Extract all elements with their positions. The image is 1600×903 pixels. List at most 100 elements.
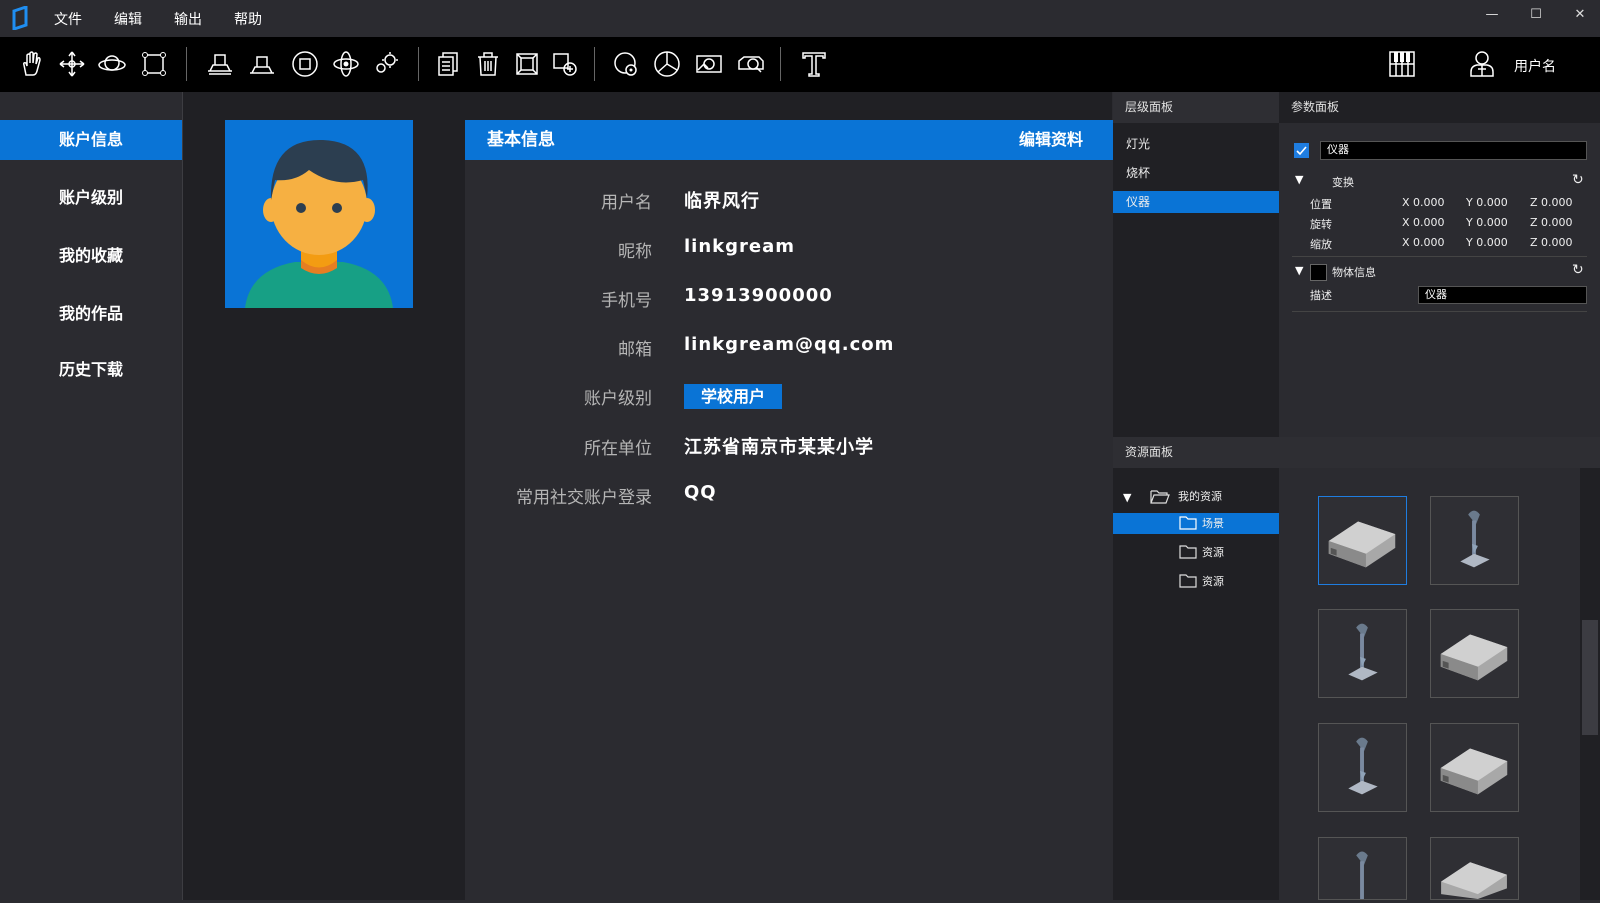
resource-thumbnail-stand[interactable] <box>1318 723 1407 812</box>
description-input[interactable]: 仪器 <box>1418 286 1587 304</box>
object-info-checkbox[interactable] <box>1310 264 1327 281</box>
resource-root-row[interactable]: 我的资源 <box>1113 486 1279 507</box>
hierarchy-panel-title: 层级面板 <box>1113 92 1279 123</box>
resource-scrollbar-thumb[interactable] <box>1582 620 1598 735</box>
sidebar-item-account-info[interactable]: 账户信息 <box>0 120 182 160</box>
field-value-organization: 江苏省南京市某某小学 <box>684 437 874 458</box>
rotation-label: 旋转 <box>1310 218 1332 231</box>
menu-help[interactable]: 帮助 <box>234 0 262 37</box>
resource-folder-assets[interactable]: 资源 <box>1113 542 1279 563</box>
field-label-nickname: 昵称 <box>618 242 652 262</box>
screenshot-icon[interactable] <box>694 49 724 79</box>
resource-folder-label: 场景 <box>1202 517 1224 530</box>
rotation-y[interactable]: Y 0.000 <box>1466 216 1508 229</box>
resource-panel-title: 资源面板 <box>1125 445 1174 459</box>
field-label-phone: 手机号 <box>601 291 652 311</box>
hand-tool-icon[interactable] <box>16 49 46 79</box>
resource-thumbnail-stand[interactable] <box>1318 609 1407 698</box>
scale-tool-icon[interactable] <box>139 49 169 79</box>
rotation-x[interactable]: X 0.000 <box>1402 216 1445 229</box>
text-tool-icon[interactable] <box>799 49 829 79</box>
position-z[interactable]: Z 0.000 <box>1530 196 1573 209</box>
open-folder-icon <box>1150 490 1170 504</box>
chart-icon[interactable] <box>652 49 682 79</box>
app-logo-icon <box>12 6 28 30</box>
rotate-view-icon[interactable] <box>331 49 361 79</box>
resource-root-label: 我的资源 <box>1178 490 1222 503</box>
window-controls: — ☐ ✕ <box>1468 0 1600 37</box>
toolbar: 用户名 <box>0 37 1600 92</box>
basic-info-title: 基本信息 <box>487 130 555 150</box>
keyboard-icon[interactable] <box>1387 49 1417 79</box>
resource-thumbnail-box[interactable] <box>1430 723 1519 812</box>
toolbar-separator <box>186 47 187 81</box>
username-label[interactable]: 用户名 <box>1514 56 1556 76</box>
resource-thumbnail-stand[interactable] <box>1318 837 1407 900</box>
resource-scrollbar[interactable] <box>1580 468 1600 900</box>
zoom-search-icon[interactable] <box>736 49 766 79</box>
menu-file[interactable]: 文件 <box>54 0 82 37</box>
field-value-phone: 13913900000 <box>684 285 833 306</box>
position-y[interactable]: Y 0.000 <box>1466 196 1508 209</box>
position-label: 位置 <box>1310 198 1332 211</box>
frame-icon[interactable] <box>512 49 542 79</box>
resource-folder-scene[interactable]: 场景 <box>1113 513 1279 534</box>
scale-y[interactable]: Y 0.000 <box>1466 236 1508 249</box>
position-x[interactable]: X 0.000 <box>1402 196 1445 209</box>
basic-info-header: 基本信息 编辑资料 <box>465 120 1113 160</box>
resource-thumbnail-box[interactable] <box>1430 837 1519 900</box>
stop-icon[interactable] <box>290 49 320 79</box>
toolbar-separator <box>780 47 781 81</box>
object-info-section-label: 物体信息 <box>1332 266 1376 279</box>
scale-z[interactable]: Z 0.000 <box>1530 236 1573 249</box>
sidebar-item-account-level[interactable]: 账户级别 <box>0 178 182 218</box>
user-avatar-icon[interactable] <box>1467 49 1497 79</box>
field-label-email: 邮箱 <box>618 340 652 360</box>
color-fill-icon[interactable] <box>611 49 641 79</box>
resource-thumbnail-box[interactable] <box>1430 609 1519 698</box>
orbit-tool-icon[interactable] <box>97 49 127 79</box>
base-view-icon[interactable] <box>247 49 277 79</box>
resource-thumbnail-stand[interactable] <box>1430 496 1519 585</box>
sidebar-item-works[interactable]: 我的作品 <box>0 294 182 334</box>
field-value-email: linkgream@qq.com <box>684 334 895 355</box>
menu-edit[interactable]: 编辑 <box>114 0 142 37</box>
field-label-organization: 所在单位 <box>584 439 652 459</box>
move-tool-icon[interactable] <box>57 49 87 79</box>
enabled-checkbox[interactable] <box>1294 143 1309 158</box>
rotation-z[interactable]: Z 0.000 <box>1530 216 1573 229</box>
minimize-button[interactable]: — <box>1472 0 1512 30</box>
edit-profile-button[interactable]: 编辑资料 <box>1019 120 1083 160</box>
sidebar-item-favorites[interactable]: 我的收藏 <box>0 236 182 276</box>
transform-section-label: 变换 <box>1332 176 1354 189</box>
copy-icon[interactable] <box>433 49 463 79</box>
resource-folder-assets[interactable]: 资源 <box>1113 571 1279 592</box>
profile-avatar[interactable] <box>225 120 413 308</box>
sidebar-item-download-history[interactable]: 历史下载 <box>0 350 182 390</box>
parameter-panel-title: 参数面板 <box>1279 92 1600 123</box>
resource-thumbnail-box[interactable] <box>1318 496 1407 585</box>
scale-label: 缩放 <box>1310 238 1332 251</box>
field-value-username: 临界风行 <box>684 191 760 212</box>
delete-icon[interactable] <box>473 49 503 79</box>
reset-transform-icon[interactable]: ↻ <box>1572 172 1584 188</box>
scale-x[interactable]: X 0.000 <box>1402 236 1445 249</box>
transform-collapse-icon[interactable]: ▼ <box>1295 173 1303 186</box>
reset-object-info-icon[interactable]: ↻ <box>1572 262 1584 278</box>
title-bar: 文件 编辑 输出 帮助 — ☐ ✕ <box>0 0 1600 37</box>
settings-link-icon[interactable] <box>372 49 402 79</box>
hierarchy-item-beaker[interactable]: 烧杯 <box>1113 162 1279 184</box>
table-view-icon[interactable] <box>205 49 235 79</box>
transform-shape-icon[interactable] <box>550 49 580 79</box>
hierarchy-item-instrument[interactable]: 仪器 <box>1113 191 1279 213</box>
hierarchy-item-light[interactable]: 灯光 <box>1113 133 1279 155</box>
menu-output[interactable]: 输出 <box>174 0 202 37</box>
toolbar-separator <box>418 47 419 81</box>
field-label-username: 用户名 <box>601 193 652 213</box>
object-name-input[interactable]: 仪器 <box>1320 141 1587 160</box>
maximize-button[interactable]: ☐ <box>1516 0 1556 30</box>
object-info-collapse-icon[interactable]: ▼ <box>1295 264 1303 277</box>
account-level-badge: 学校用户 <box>684 384 782 409</box>
section-divider <box>1292 311 1587 312</box>
close-button[interactable]: ✕ <box>1560 0 1600 30</box>
